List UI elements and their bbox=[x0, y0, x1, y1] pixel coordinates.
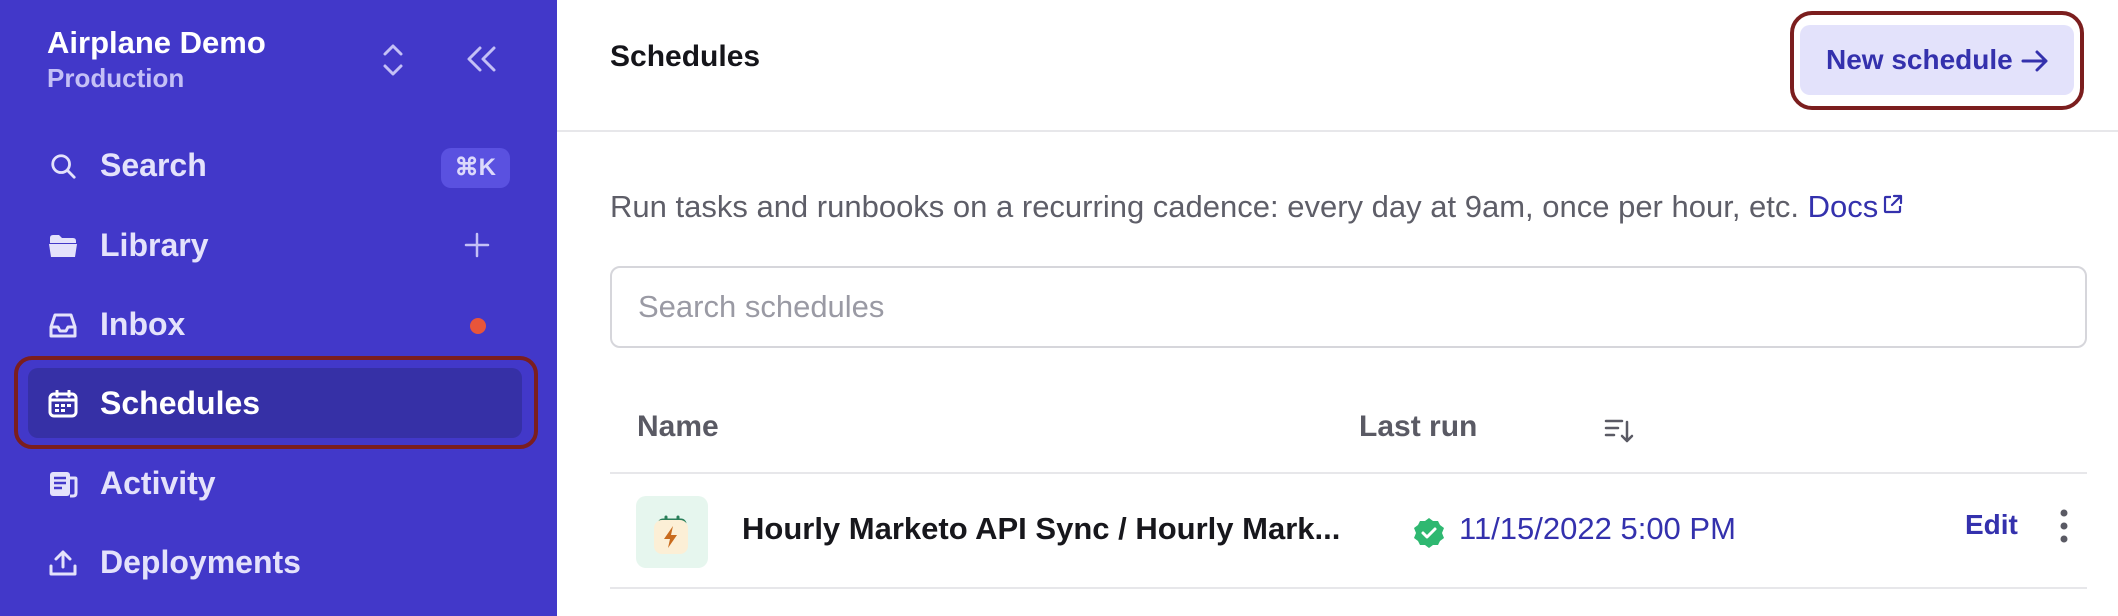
inbox-icon bbox=[49, 313, 77, 338]
sidebar: Airplane Demo Production Search ⌘K Libra… bbox=[0, 0, 557, 616]
bolt-badge bbox=[654, 520, 688, 554]
sidebar-item-label: Deployments bbox=[100, 544, 301, 580]
sidebar-item-label: Inbox bbox=[100, 306, 186, 342]
last-run-link[interactable]: 11/15/2022 5:00 PM bbox=[1459, 511, 1736, 547]
sidebar-item-label: Library bbox=[100, 227, 209, 263]
sort-icon[interactable] bbox=[1603, 416, 1635, 444]
chevron-up-down-icon[interactable] bbox=[376, 40, 410, 80]
search-icon bbox=[51, 154, 76, 179]
upload-icon bbox=[49, 550, 77, 576]
arrow-right-icon bbox=[2021, 50, 2048, 72]
sidebar-item-inbox[interactable]: Inbox bbox=[28, 289, 522, 359]
plus-icon[interactable] bbox=[464, 232, 490, 258]
sidebar-item-deployments[interactable]: Deployments bbox=[28, 527, 522, 597]
sidebar-item-label: Search bbox=[100, 147, 207, 183]
external-link-icon bbox=[1884, 194, 1903, 214]
environment-name: Production bbox=[47, 63, 185, 93]
highlight-outline bbox=[14, 356, 538, 449]
notification-dot bbox=[470, 318, 486, 334]
column-header-last-run[interactable]: Last run bbox=[1359, 410, 1477, 444]
sidebar-item-label: Activity bbox=[100, 465, 216, 501]
folder-icon bbox=[49, 235, 77, 257]
main-content: Schedules New schedule Run tasks and run… bbox=[557, 0, 2118, 616]
table-divider bbox=[610, 587, 2087, 589]
description-text: Run tasks and runbooks on a recurring ca… bbox=[610, 189, 1800, 224]
success-check-icon bbox=[1414, 518, 1444, 548]
more-options-icon[interactable] bbox=[2058, 508, 2070, 544]
collapse-sidebar-icon[interactable] bbox=[464, 44, 500, 74]
sidebar-item-library[interactable]: Library bbox=[28, 210, 522, 280]
page-title: Schedules bbox=[610, 40, 761, 73]
page-description: Run tasks and runbooks on a recurring ca… bbox=[610, 189, 1904, 225]
new-schedule-button[interactable]: New schedule bbox=[1800, 25, 2074, 95]
sidebar-item-search[interactable]: Search ⌘K bbox=[28, 130, 522, 200]
column-header-name[interactable]: Name bbox=[637, 410, 719, 444]
activity-icon bbox=[50, 472, 78, 498]
docs-link[interactable]: Docs bbox=[1808, 189, 1905, 224]
docs-link-label: Docs bbox=[1807, 189, 1879, 224]
edit-button[interactable]: Edit bbox=[1965, 509, 2018, 541]
table-row[interactable]: Hourly Marketo API Sync / Hourly Mark...… bbox=[610, 474, 2087, 587]
keyboard-shortcut-badge: ⌘K bbox=[440, 148, 510, 188]
search-schedules-input[interactable] bbox=[610, 266, 2087, 348]
page-header: Schedules New schedule bbox=[557, 0, 2118, 132]
bolt-icon bbox=[664, 526, 677, 548]
new-schedule-label: New schedule bbox=[1826, 44, 2013, 75]
workspace-name: Airplane Demo bbox=[47, 25, 266, 60]
sidebar-item-activity[interactable]: Activity bbox=[28, 448, 522, 518]
workspace-switcher[interactable]: Airplane Demo Production bbox=[47, 24, 266, 94]
schedule-name[interactable]: Hourly Marketo API Sync / Hourly Mark... bbox=[742, 511, 1340, 547]
